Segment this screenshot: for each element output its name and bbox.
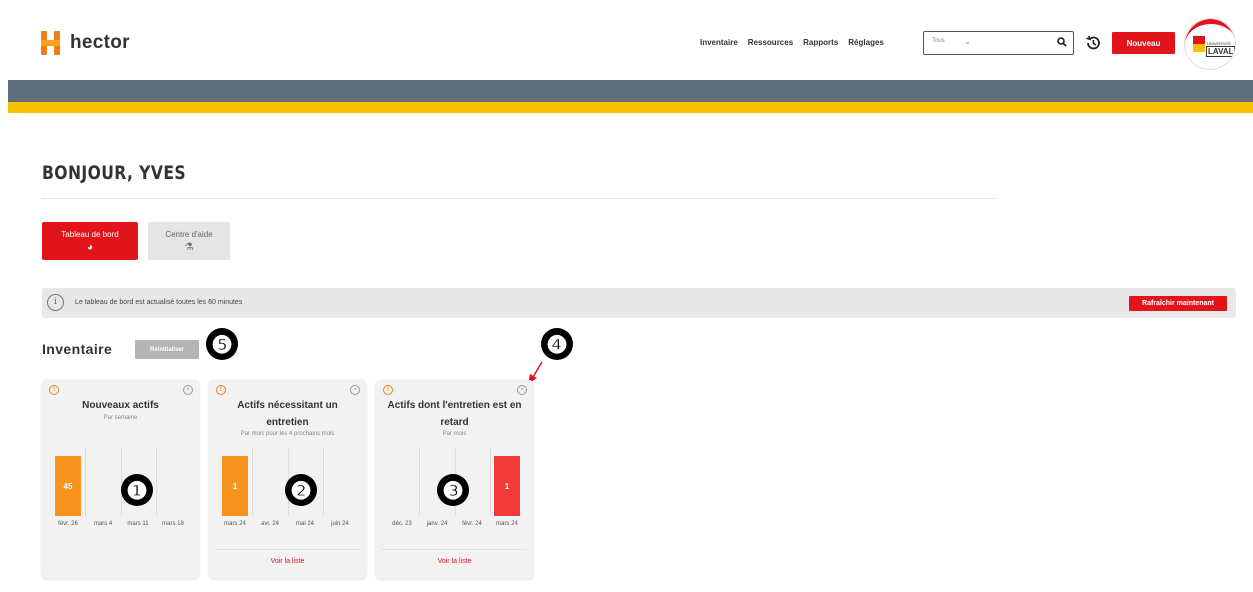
divider — [382, 549, 527, 550]
page-title: BONJOUR, YVES — [42, 162, 187, 184]
annotation-marker-5: ❺ — [206, 328, 238, 360]
chart-gridline — [252, 448, 253, 516]
chart-tick-label: déc. 23 — [392, 521, 412, 527]
history-icon[interactable] — [1084, 34, 1102, 52]
chart-tick-label: mars 4 — [93, 521, 113, 527]
chart-tick-label: févr. 24 — [462, 521, 482, 527]
info-icon: i — [47, 294, 64, 311]
chart-gridline — [85, 448, 86, 516]
search-scope-select[interactable]: Tous — [932, 38, 945, 44]
chart-tick-label: mars 24 — [224, 521, 246, 527]
search-icon[interactable] — [1057, 37, 1067, 47]
nav-item-reglages[interactable]: Réglages — [848, 38, 884, 47]
annotation-marker-1: ❶ — [121, 474, 153, 506]
gauge-icon: ◕ — [86, 241, 94, 253]
close-icon[interactable]: × — [350, 385, 360, 395]
chevron-down-icon[interactable]: ⌄ — [964, 37, 971, 46]
refresh-info-bar: i Le tableau de bord est actualisé toute… — [42, 288, 1236, 318]
hector-logo-icon — [41, 31, 61, 55]
section-title: Inventaire — [42, 341, 113, 357]
top-header: hector Inventaire Ressources Rapports Ré… — [0, 0, 1253, 80]
card-title: Nouveaux actifs — [82, 400, 159, 411]
chart-tick-label: févr. 26 — [58, 521, 78, 527]
divider — [42, 198, 997, 199]
close-icon[interactable]: × — [183, 385, 193, 395]
chart-tick-label: mars 18 — [162, 521, 184, 527]
card-subtitle: Par mois — [442, 431, 467, 437]
brand-name: hector — [70, 32, 130, 53]
close-icon[interactable]: × — [517, 385, 527, 395]
chart-tick-label: mars 11 — [127, 521, 149, 527]
warning-icon[interactable]: ! — [383, 385, 393, 395]
warning-icon[interactable]: ! — [49, 385, 59, 395]
nav-item-inventaire[interactable]: Inventaire — [700, 38, 738, 47]
view-list-link[interactable]: Voir la liste — [376, 558, 533, 565]
view-list-link[interactable]: Voir la liste — [209, 558, 366, 565]
search-input[interactable]: Tous ⌄ — [923, 31, 1074, 55]
new-button[interactable]: Nouveau — [1112, 32, 1175, 54]
annotation-marker-2: ❷ — [285, 474, 317, 506]
help-desk-icon: ⚗ — [184, 241, 194, 253]
annotation-marker-3: ❸ — [437, 474, 469, 506]
reset-button[interactable]: Réinitialiser — [135, 340, 199, 359]
tab-label: Centre d'aide — [165, 229, 213, 239]
university-name-label: LAVAL — [1206, 46, 1235, 57]
chart-bar[interactable]: 1 — [494, 456, 520, 516]
widget-card-new-assets: ! × Nouveaux actifs Par semaine févr. 26… — [42, 380, 199, 578]
tab-help-center[interactable]: Centre d'aide ⚗ — [148, 222, 230, 260]
widget-card-maintenance-needed: ! × Actifs nécessitant un entretien Par … — [209, 380, 366, 578]
info-text: Le tableau de bord est actualisé toutes … — [75, 299, 243, 306]
nav-item-ressources[interactable]: Ressources — [748, 38, 793, 47]
warning-icon[interactable]: ! — [216, 385, 226, 395]
chart-gridline — [419, 448, 420, 516]
card-title: Actifs nécessitant un entretien — [237, 400, 338, 428]
chart-gridline — [156, 448, 157, 516]
divider — [215, 549, 360, 550]
tab-label: Tableau de bord — [61, 229, 119, 239]
annotation-marker-4: ❹ — [541, 328, 573, 360]
chart-tick-label: mars 24 — [496, 521, 518, 527]
header-accent-band — [8, 102, 1253, 113]
refresh-now-button[interactable]: Rafraîchir maintenant — [1129, 296, 1227, 311]
card-subtitle: Par mois pour les 4 prochains mois — [240, 431, 335, 437]
header-band — [8, 80, 1253, 102]
chart-tick-label: juin 24 — [331, 521, 349, 527]
chart-gridline — [490, 448, 491, 516]
chart-tick-label: avr. 24 — [260, 521, 280, 527]
card-subtitle: Par semaine — [103, 415, 138, 421]
avatar[interactable]: UNIVERSITÉ LAVAL — [1184, 18, 1236, 70]
chart-gridline — [323, 448, 324, 516]
chart-bar[interactable]: 45 — [55, 456, 81, 516]
university-crest-lower — [1193, 44, 1205, 52]
chart-tick-label: mai 24 — [295, 521, 315, 527]
chart-bar[interactable]: 1 — [222, 456, 248, 516]
nav-item-rapports[interactable]: Rapports — [803, 38, 838, 47]
app-logo[interactable]: hector — [41, 31, 130, 55]
chart-tick-label: janv. 24 — [426, 521, 448, 527]
tab-dashboard[interactable]: Tableau de bord ◕ — [42, 222, 138, 260]
main-nav: Inventaire Ressources Rapports Réglages — [700, 38, 884, 47]
card-title: Actifs dont l'entretien est en retard — [387, 400, 522, 428]
